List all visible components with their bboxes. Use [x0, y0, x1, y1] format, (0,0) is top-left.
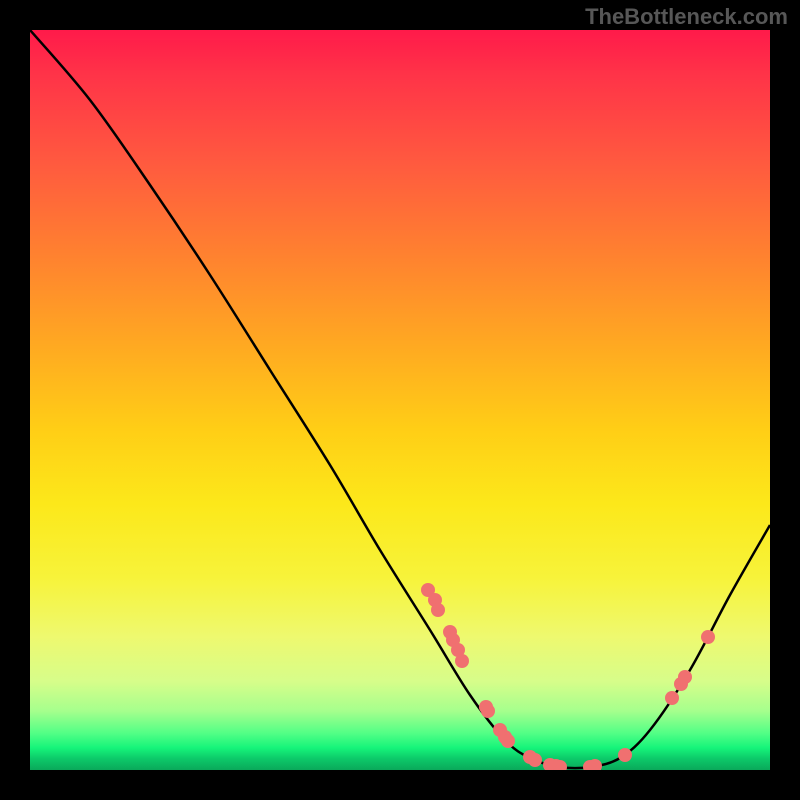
data-point [701, 630, 715, 644]
data-point [455, 654, 469, 668]
data-point [665, 691, 679, 705]
data-point [501, 734, 515, 748]
chart-svg [30, 30, 770, 770]
data-point [678, 670, 692, 684]
bottleneck-curve [30, 30, 770, 768]
data-point [528, 753, 542, 767]
data-point [481, 704, 495, 718]
data-point [431, 603, 445, 617]
data-markers [421, 583, 715, 770]
data-point [618, 748, 632, 762]
watermark-text: TheBottleneck.com [585, 4, 788, 30]
plot-area [30, 30, 770, 770]
